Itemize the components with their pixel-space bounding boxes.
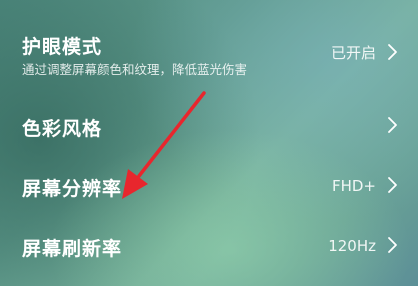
- setting-description: 通过调整屏幕颜色和纹理，降低蓝光伤害: [22, 62, 248, 77]
- chevron-right-icon: [388, 44, 397, 60]
- setting-value: FHD+: [331, 177, 376, 195]
- setting-screen-refresh-rate[interactable]: 屏幕刷新率 120Hz: [0, 228, 418, 268]
- chevron-right-icon: [388, 117, 397, 133]
- setting-eye-protection[interactable]: 护眼模式 通过调整屏幕颜色和纹理，降低蓝光伤害 已开启: [0, 26, 418, 82]
- setting-value: 已开启: [330, 44, 376, 62]
- setting-label: 屏幕刷新率: [22, 238, 123, 260]
- chevron-right-icon: [388, 237, 397, 253]
- chevron-right-icon: [388, 177, 397, 193]
- setting-label: 屏幕分辨率: [22, 178, 123, 200]
- setting-label: 色彩风格: [22, 118, 103, 140]
- setting-screen-resolution[interactable]: 屏幕分辨率 FHD+: [0, 168, 418, 208]
- setting-label: 护眼模式: [22, 36, 103, 58]
- setting-value: 120Hz: [328, 237, 376, 255]
- setting-color-style[interactable]: 色彩风格: [0, 108, 418, 148]
